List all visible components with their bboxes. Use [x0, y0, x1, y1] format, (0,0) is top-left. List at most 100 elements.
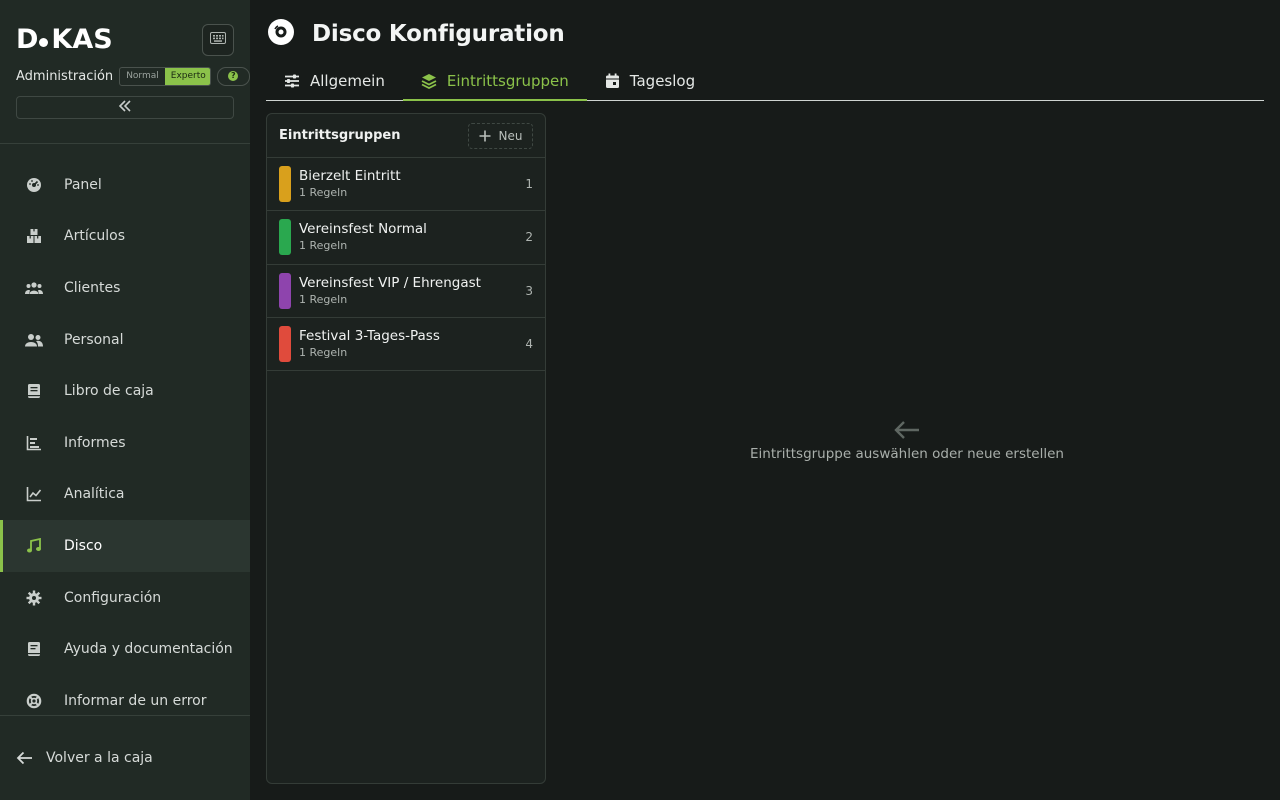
sidebar-item-libro-de-caja[interactable]: Libro de caja: [0, 365, 250, 417]
new-group-button[interactable]: Neu: [468, 122, 533, 149]
tab-bar: Allgemein Eintrittsgruppen Tageslog: [266, 62, 1264, 101]
app-logo[interactable]: D KAS: [16, 24, 113, 56]
staff-icon: [24, 330, 44, 350]
sidebar-item-label: Configuración: [64, 589, 162, 606]
group-number: 2: [525, 230, 533, 245]
sidebar-item-label: Personal: [64, 331, 124, 348]
tab-label: Eintrittsgruppen: [446, 72, 569, 90]
chevrons-left-icon: [118, 99, 132, 116]
sidebar-item-label: Panel: [64, 176, 102, 193]
sidebar-item-label: Disco: [64, 537, 103, 554]
tab-label: Tageslog: [629, 72, 696, 90]
sidebar-item-clientes[interactable]: Clientes: [0, 262, 250, 314]
sidebar-item-ayuda[interactable]: Ayuda y documentación: [0, 623, 250, 675]
arrow-left-icon: [552, 420, 1262, 440]
group-color-swatch: [279, 166, 291, 203]
collapse-sidebar-button[interactable]: [16, 96, 234, 119]
group-number: 3: [525, 283, 533, 298]
sidebar-item-analitica[interactable]: Analítica: [0, 469, 250, 521]
sidebar-item-disco[interactable]: Disco: [0, 520, 250, 572]
sidebar-item-label: Clientes: [64, 279, 121, 296]
mode-normal-option[interactable]: Normal: [120, 68, 165, 85]
tab-allgemein[interactable]: Allgemein: [266, 62, 403, 100]
group-name: Vereinsfest Normal: [299, 221, 427, 238]
mode-expert-option[interactable]: Experto: [164, 67, 210, 85]
sidebar-item-panel[interactable]: Panel: [0, 159, 250, 211]
music-note-icon: [24, 536, 44, 556]
group-rules-count: 1 Regeln: [299, 346, 348, 360]
logo-dot: [39, 38, 49, 47]
mode-toggle: Normal Experto: [119, 66, 211, 86]
sidebar-item-articulos[interactable]: Artículos: [0, 211, 250, 263]
divider: [0, 715, 250, 716]
sidebar-item-informar-error[interactable]: Informar de un error: [0, 675, 250, 727]
group-text: Vereinsfest Normal 1 Regeln: [299, 220, 525, 254]
sidebar-item-configuracion[interactable]: Configuración: [0, 572, 250, 624]
line-chart-icon: [24, 484, 44, 504]
group-row-1[interactable]: Bierzelt Eintritt 1 Regeln 1: [267, 158, 545, 212]
back-to-register-link[interactable]: Volver a la caja: [16, 750, 153, 766]
empty-state: Eintrittsgruppe auswählen oder neue erst…: [552, 420, 1262, 462]
group-row-2[interactable]: Vereinsfest Normal 1 Regeln 2: [267, 211, 545, 265]
sidebar-item-personal[interactable]: Personal: [0, 314, 250, 366]
keyboard-button[interactable]: [202, 24, 234, 56]
tab-label: Allgemein: [310, 72, 385, 90]
logo-text-right: KAS: [51, 24, 113, 55]
sidebar-nav: Panel Artículos Clientes Personal Libro …: [0, 159, 250, 727]
group-rules-count: 1 Regeln: [299, 186, 348, 200]
sidebar-item-label: Analítica: [64, 486, 125, 503]
users-group-icon: [24, 278, 44, 298]
sidebar-item-label: Informar de un error: [64, 692, 207, 709]
dashboard-icon: [24, 175, 44, 195]
page-title: Disco Konfiguration: [312, 21, 565, 47]
gear-icon: [24, 588, 44, 608]
sidebar-item-label: Libro de caja: [64, 383, 154, 400]
arrow-left-icon: [16, 751, 34, 765]
group-text: Vereinsfest VIP / Ehrengast 1 Regeln: [299, 274, 525, 308]
logo-row: D KAS: [16, 24, 234, 56]
group-text: Festival 3-Tages-Pass 1 Regeln: [299, 327, 525, 361]
groups-panel-title: Eintrittsgruppen: [279, 128, 401, 143]
bar-chart-icon: [24, 433, 44, 453]
groups-panel-header: Eintrittsgruppen Neu: [267, 114, 545, 158]
sidebar-item-label: Ayuda y documentación: [64, 641, 233, 658]
tab-eintrittsgruppen[interactable]: Eintrittsgruppen: [402, 62, 587, 101]
logo-text-left: D: [16, 24, 39, 55]
boxes-icon: [24, 226, 44, 246]
keyboard-icon: [210, 32, 226, 48]
empty-state-text: Eintrittsgruppe auswählen oder neue erst…: [750, 446, 1064, 462]
group-row-3[interactable]: Vereinsfest VIP / Ehrengast 1 Regeln 3: [267, 265, 545, 318]
group-name: Bierzelt Eintritt: [299, 168, 401, 185]
sliders-icon: [284, 74, 300, 88]
group-text: Bierzelt Eintritt 1 Regeln: [299, 167, 525, 201]
group-number: 1: [525, 177, 533, 192]
sidebar-item-informes[interactable]: Informes: [0, 417, 250, 469]
sidebar-item-label: Informes: [64, 434, 126, 451]
group-row-4[interactable]: Festival 3-Tages-Pass 1 Regeln 4: [267, 318, 545, 372]
group-color-swatch: [279, 219, 291, 256]
calendar-icon: [605, 73, 620, 89]
group-rules-count: 1 Regeln: [299, 292, 348, 306]
group-color-swatch: [279, 326, 291, 363]
help-book-icon: [24, 639, 44, 659]
group-name: Festival 3-Tages-Pass: [299, 328, 440, 345]
book-icon: [24, 381, 44, 401]
plus-icon: [479, 130, 491, 142]
group-number: 4: [525, 337, 533, 352]
layers-icon: [421, 73, 437, 89]
group-color-swatch: [279, 272, 291, 309]
sidebar: D KAS Administración Normal Experto ? Pan…: [0, 0, 250, 800]
groups-panel: Eintrittsgruppen Neu Bierzelt Eintritt 1…: [266, 113, 546, 784]
page-header: Disco Konfiguration: [266, 18, 565, 50]
admin-row: Administración Normal Experto ?: [16, 66, 250, 86]
tab-tageslog[interactable]: Tageslog: [587, 62, 713, 100]
admin-label: Administración: [16, 68, 114, 84]
divider: [0, 143, 250, 144]
new-button-label: Neu: [498, 128, 523, 143]
help-icon: ?: [228, 71, 239, 81]
lifebuoy-icon: [24, 691, 44, 711]
help-button[interactable]: ?: [216, 66, 250, 86]
group-name: Vereinsfest VIP / Ehrengast: [299, 274, 481, 291]
back-label: Volver a la caja: [46, 750, 153, 766]
disc-icon: [266, 17, 296, 51]
